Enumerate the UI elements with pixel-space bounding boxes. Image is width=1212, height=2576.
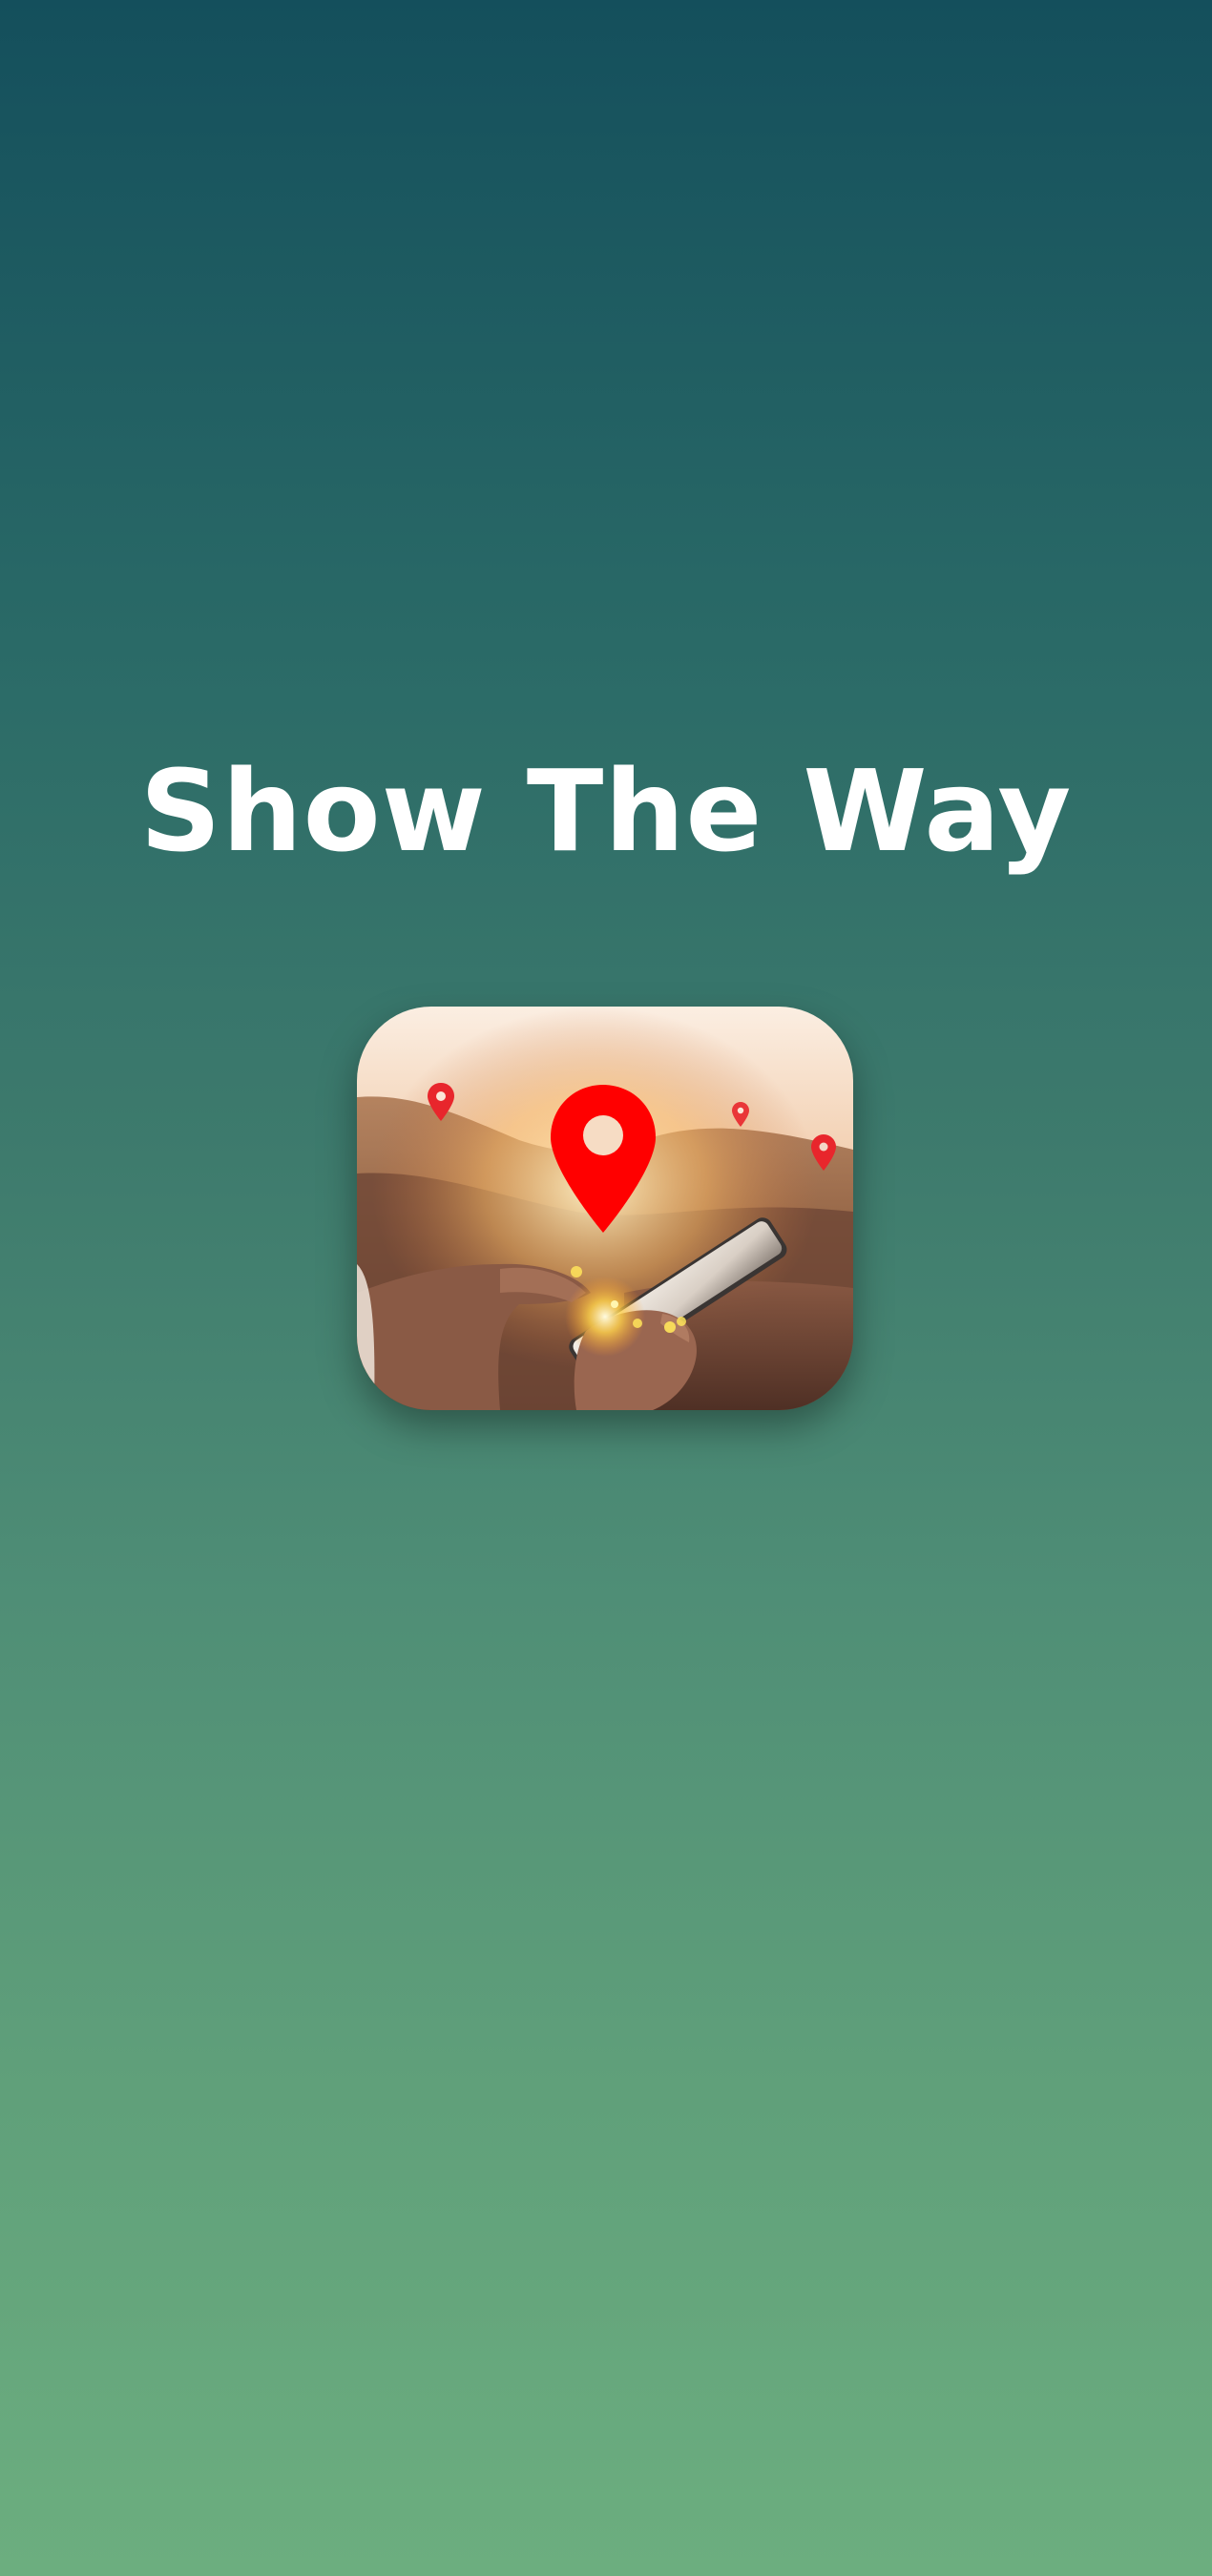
app-icon — [357, 1007, 853, 1410]
app-title: Show The Way — [139, 745, 1073, 877]
app-icon-artwork — [357, 1007, 853, 1410]
